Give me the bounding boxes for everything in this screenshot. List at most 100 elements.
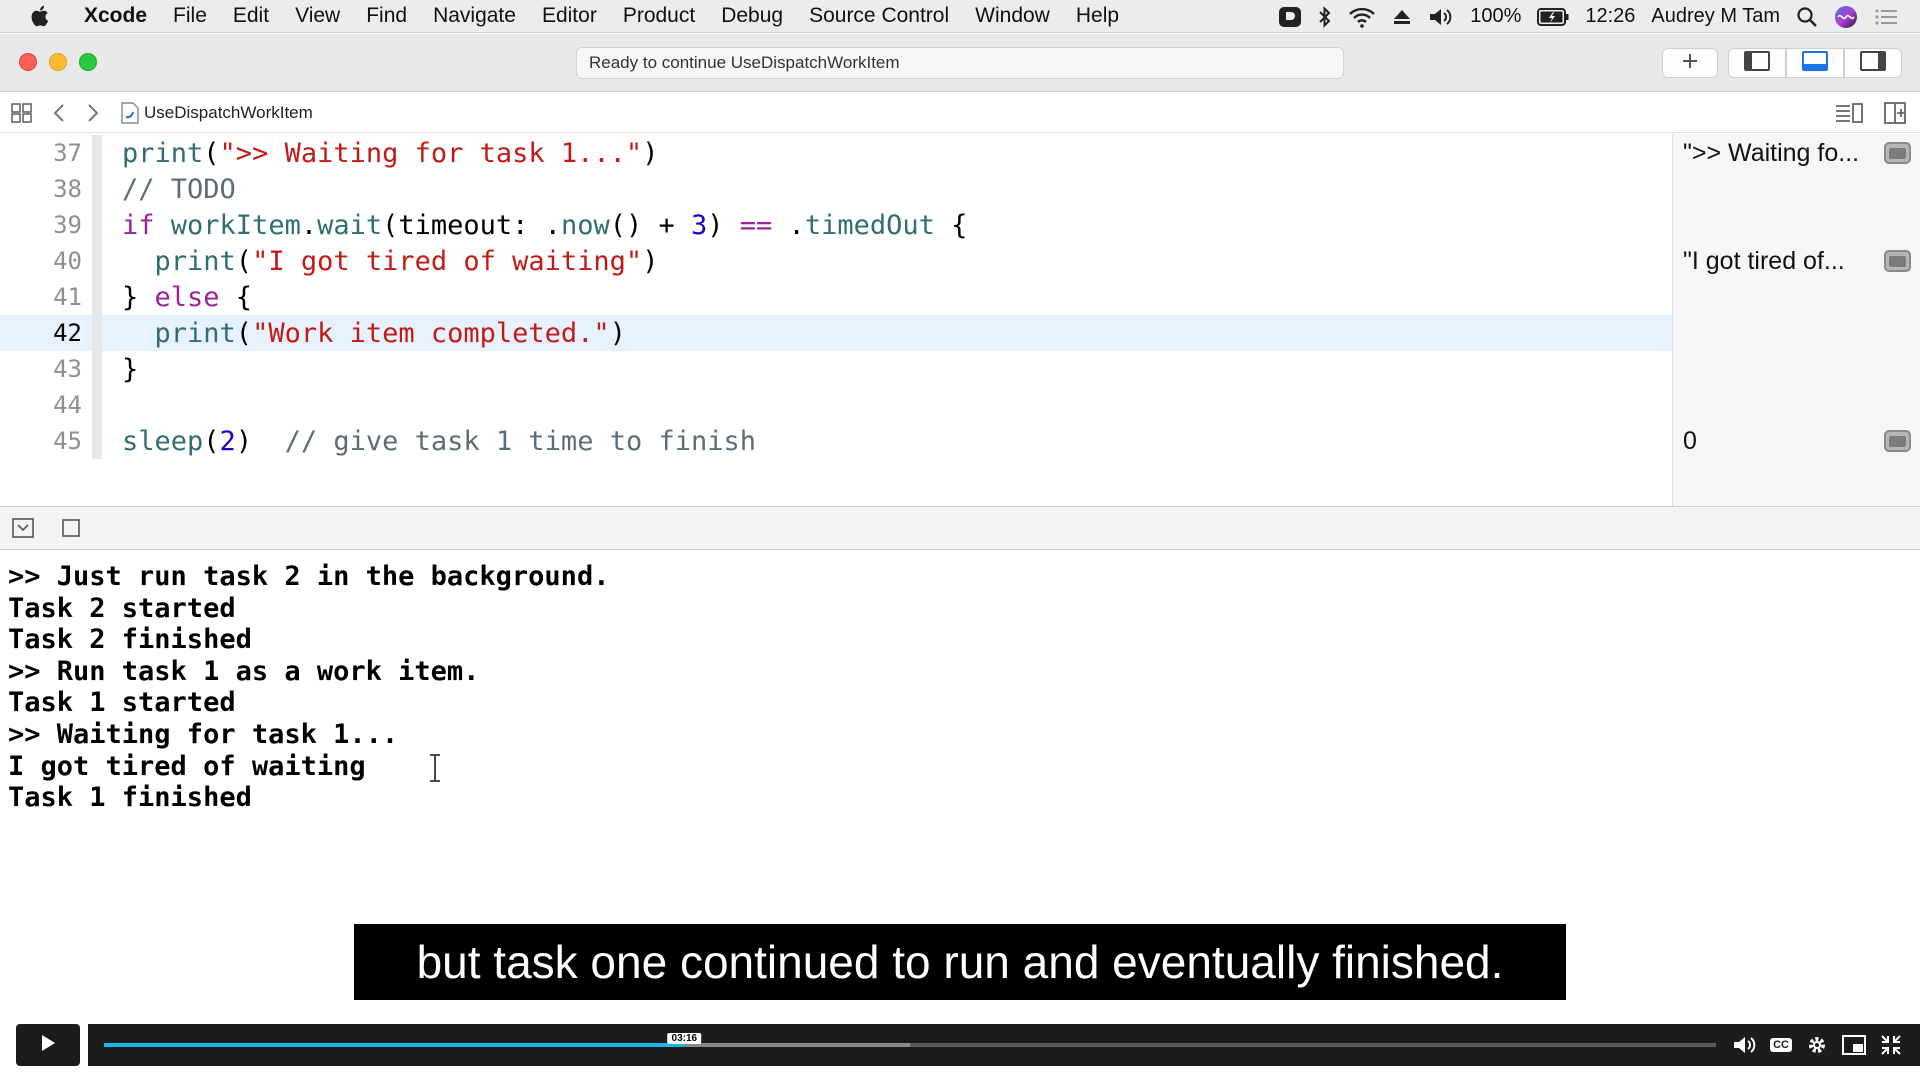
text-cursor-icon xyxy=(427,753,443,783)
menu-help[interactable]: Help xyxy=(1063,4,1132,28)
volume-icon[interactable] xyxy=(1428,0,1454,33)
toggle-navigator-button[interactable] xyxy=(1728,48,1786,78)
run-ribbon[interactable] xyxy=(92,423,102,459)
code-text: sleep(2) // give task 1 time to finish xyxy=(122,426,756,457)
toggle-inspector-button[interactable] xyxy=(1844,48,1902,78)
editor-options-icon[interactable] xyxy=(1834,102,1864,124)
menu-find[interactable]: Find xyxy=(353,4,420,28)
code-token: "Work item completed." xyxy=(252,317,610,349)
code-line[interactable]: 41} else { xyxy=(0,279,1672,315)
close-window-button[interactable] xyxy=(19,53,37,71)
run-ribbon[interactable] xyxy=(92,387,102,423)
code-text: } xyxy=(122,354,138,385)
code-token: ( xyxy=(235,317,253,349)
related-items-grid-icon[interactable] xyxy=(2,102,42,123)
closed-captions-button[interactable]: CC xyxy=(1770,1038,1792,1052)
menu-debug[interactable]: Debug xyxy=(708,4,796,28)
code-line[interactable]: 40 print("I got tired of waiting") xyxy=(0,243,1672,279)
code-token: () + xyxy=(609,209,691,241)
apple-icon[interactable] xyxy=(30,4,54,28)
quick-look-icon[interactable] xyxy=(1884,142,1911,164)
notification-center-icon[interactable] xyxy=(1874,0,1898,33)
code-token: == xyxy=(739,209,773,241)
console-line: Task 2 started xyxy=(8,592,236,624)
user-name[interactable]: Audrey M Tam xyxy=(1651,5,1780,28)
menu-navigate[interactable]: Navigate xyxy=(420,4,529,28)
forward-chevron-icon[interactable] xyxy=(76,103,110,123)
code-token: timedOut xyxy=(804,209,935,241)
menu-edit[interactable]: Edit xyxy=(220,4,282,28)
code-token: ) xyxy=(642,245,659,277)
run-ribbon[interactable] xyxy=(92,135,102,171)
menu-file[interactable]: File xyxy=(160,4,220,28)
debug-bar xyxy=(0,506,1920,550)
code-line[interactable]: 37 print(">> Waiting for task 1...") xyxy=(0,135,1672,171)
run-ribbon[interactable] xyxy=(92,279,102,315)
eject-icon[interactable] xyxy=(1392,0,1412,33)
wifi-icon[interactable] xyxy=(1348,0,1376,33)
run-ribbon[interactable] xyxy=(92,315,102,351)
code-line[interactable]: 39 if workItem.wait(timeout: .now() + 3) … xyxy=(0,207,1672,243)
progress-track[interactable]: 03:16 xyxy=(104,1033,1716,1047)
stop-square-icon[interactable] xyxy=(62,519,80,542)
console-line: >> Just run task 2 in the background. xyxy=(8,561,610,592)
quick-look-icon-inner xyxy=(1889,147,1906,159)
menu-editor[interactable]: Editor xyxy=(529,4,610,28)
quick-look-icon[interactable] xyxy=(1884,250,1911,272)
siri-icon[interactable] xyxy=(1834,0,1858,33)
menu-app-name[interactable]: Xcode xyxy=(84,4,160,28)
run-ribbon[interactable] xyxy=(92,207,102,243)
code-token: ( xyxy=(203,425,220,457)
code-line[interactable]: 45 sleep(2) // give task 1 time to finish xyxy=(0,423,1672,459)
line-number: 43 xyxy=(53,355,82,383)
battery-icon[interactable] xyxy=(1537,0,1569,33)
minimize-window-button[interactable] xyxy=(49,53,67,71)
code-token: { xyxy=(934,209,968,241)
activity-viewer: Ready to continue UseDispatchWorkItem xyxy=(576,47,1344,79)
result-value: ">> Waiting fo... xyxy=(1683,138,1860,167)
exit-fullscreen-icon[interactable] xyxy=(1880,1034,1902,1056)
screen-record-icon[interactable] xyxy=(1278,0,1302,33)
code-token: // give task 1 time to finish xyxy=(284,425,756,457)
menu-product[interactable]: Product xyxy=(610,4,708,28)
console-line: >> Waiting for task 1... xyxy=(8,719,399,750)
results-sidebar: ">> Waiting fo... "I got tired of... 0 xyxy=(1672,134,1920,506)
settings-gear-icon[interactable] xyxy=(1806,1034,1828,1056)
menu-view[interactable]: View xyxy=(282,4,353,28)
run-ribbon[interactable] xyxy=(92,243,102,279)
code-line[interactable]: 43} xyxy=(0,351,1672,387)
result-value: 0 xyxy=(1683,426,1697,455)
add-library-button[interactable] xyxy=(1662,48,1718,78)
spotlight-search-icon[interactable] xyxy=(1796,0,1818,33)
quick-look-icon-inner xyxy=(1889,255,1906,267)
console-output[interactable]: >> Just run task 2 in the background. Tas… xyxy=(0,551,1920,1080)
add-editor-icon[interactable] xyxy=(1884,102,1906,124)
result-row: 0 xyxy=(1683,423,1911,459)
code-line[interactable]: 44 xyxy=(0,387,1672,423)
volume-icon[interactable] xyxy=(1732,1034,1756,1056)
quick-look-icon-inner xyxy=(1889,435,1906,447)
run-ribbon[interactable] xyxy=(92,171,102,207)
bluetooth-icon[interactable] xyxy=(1318,0,1332,33)
code-line[interactable]: 38 // TODO xyxy=(0,171,1672,207)
breadcrumb-filename[interactable]: UseDispatchWorkItem xyxy=(144,103,313,123)
console-line: Task 1 finished xyxy=(8,782,252,814)
back-chevron-icon[interactable] xyxy=(42,103,76,123)
clock[interactable]: 12:26 xyxy=(1585,5,1635,28)
caption-text: but task one continued to run and eventu… xyxy=(416,936,1504,988)
code-line[interactable]: 42 print("Work item completed.") xyxy=(0,315,1672,351)
menu-source-control[interactable]: Source Control xyxy=(796,4,962,28)
play-button[interactable] xyxy=(16,1024,80,1066)
hide-debug-area-icon[interactable] xyxy=(12,518,34,543)
picture-in-picture-icon[interactable] xyxy=(1842,1035,1866,1055)
quick-look-icon[interactable] xyxy=(1884,430,1911,452)
toggle-debug-area-button[interactable] xyxy=(1786,48,1844,78)
run-ribbon[interactable] xyxy=(92,351,102,387)
window-toolbar: Ready to continue UseDispatchWorkItem xyxy=(0,34,1920,92)
zoom-window-button[interactable] xyxy=(79,53,97,71)
menu-window[interactable]: Window xyxy=(962,4,1063,28)
source-editor[interactable]: 37 print(">> Waiting for task 1...") 38// … xyxy=(0,134,1672,506)
code-token: ( xyxy=(235,245,253,277)
